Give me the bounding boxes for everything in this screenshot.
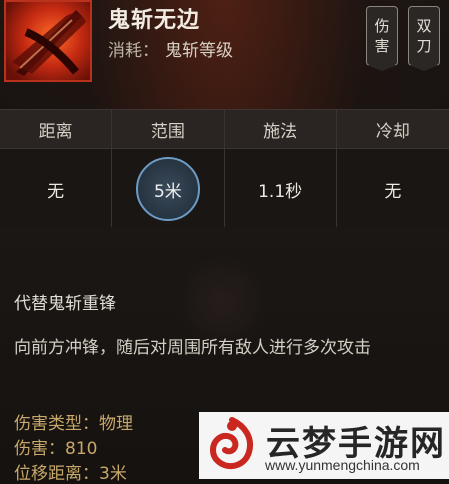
stat-value: 1.1秒 [224, 149, 336, 229]
damage-tag: 伤害 [366, 6, 398, 66]
effect-description: 向前方冲锋，随后对周围所有敌人进行多次攻击 [14, 338, 371, 358]
stat-label: 范围 [112, 110, 224, 149]
stat-label: 距离 [0, 110, 112, 149]
attribute-label: 位移距离： [14, 464, 99, 484]
watermark-url: www.yunmengchina.com [265, 457, 420, 473]
yunmeng-logo-icon [203, 416, 261, 474]
skill-name: 鬼斩无边 [108, 8, 201, 33]
skill-tooltip-panel: 鬼斩无边 消耗： 鬼斩等级 伤害 双刀 距离 无 范围 5米 施法 1.1秒 冷却… [0, 0, 449, 484]
stat-value-cell: 5米 [112, 149, 224, 229]
attribute-damage-type: 伤害类型：物理 [14, 409, 133, 434]
attribute-value: 物理 [99, 414, 133, 434]
attribute-displacement: 位移距离：3米 [14, 459, 127, 484]
range-indicator: 5米 [135, 157, 200, 221]
cost-label: 消耗： [108, 41, 159, 61]
crossed-blades-skill-icon [4, 0, 92, 82]
attribute-damage: 伤害：810 [14, 434, 97, 459]
stat-label: 施法 [224, 110, 336, 149]
stat-range: 范围 5米 [112, 110, 225, 229]
stat-cast-time: 施法 1.1秒 [224, 110, 337, 229]
replace-skill-text: 代替鬼斩重锋 [14, 294, 116, 314]
skill-cost: 消耗： 鬼斩等级 [108, 36, 233, 61]
attribute-value: 810 [65, 439, 98, 459]
cost-value: 鬼斩等级 [165, 41, 233, 61]
stat-label: 冷却 [336, 110, 449, 149]
site-watermark: 云梦手游网 www.yunmengchina.com [199, 412, 449, 479]
stat-distance: 距离 无 [0, 110, 113, 229]
attribute-value: 3米 [99, 464, 127, 484]
attribute-label: 伤害类型： [14, 414, 99, 434]
stat-value: 无 [0, 149, 112, 229]
skill-stats-table: 距离 无 范围 5米 施法 1.1秒 冷却 无 [0, 109, 449, 229]
dual-blade-tag: 双刀 [408, 6, 440, 66]
stat-value: 无 [336, 149, 449, 229]
stat-cooldown: 冷却 无 [336, 110, 449, 229]
attribute-label: 伤害： [14, 439, 65, 459]
